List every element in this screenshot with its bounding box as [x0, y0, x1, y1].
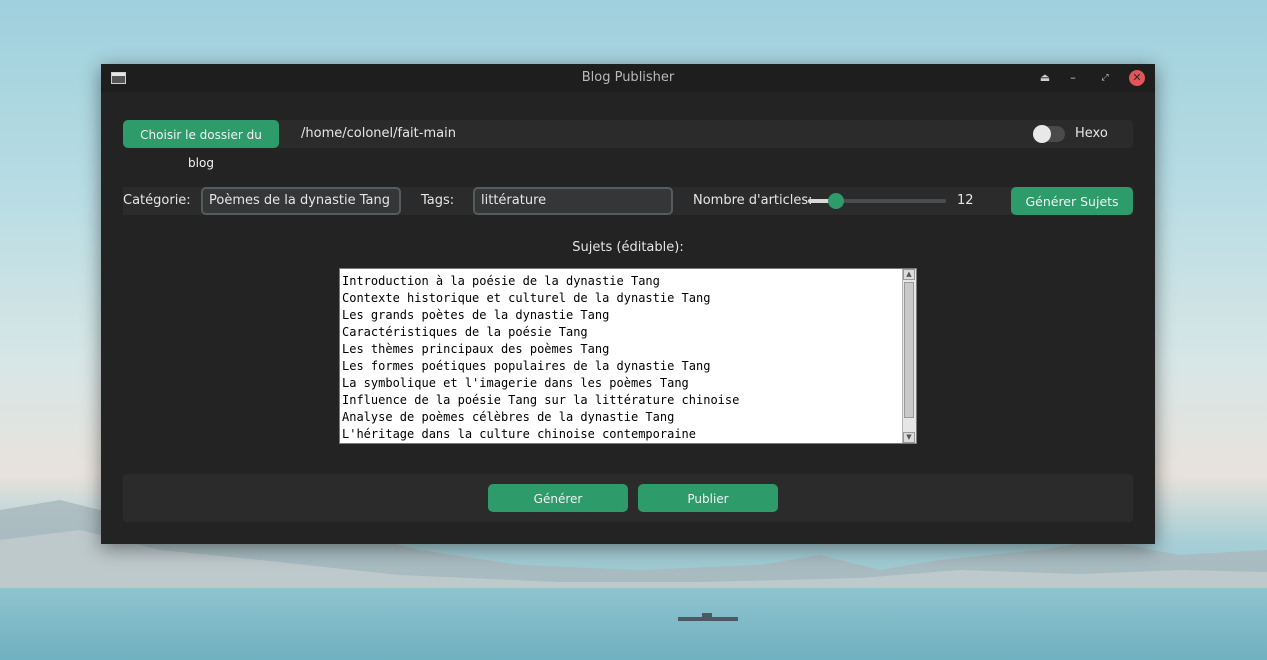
- subject-line: Les thèmes principaux des poèmes Tang: [342, 342, 610, 356]
- category-label: Catégorie:: [123, 193, 191, 208]
- subject-line: Introduction à la poésie de la dynastie …: [342, 274, 660, 288]
- settings-row: Catégorie: Poèmes de la dynastie Tang Ta…: [123, 187, 1133, 215]
- publish-button[interactable]: Publier: [638, 484, 778, 512]
- subjects-scrollbar[interactable]: ▲ ▼: [902, 269, 916, 443]
- tags-label: Tags:: [421, 193, 455, 208]
- article-count-slider[interactable]: [808, 193, 946, 209]
- category-input[interactable]: Poèmes de la dynastie Tang: [201, 187, 401, 215]
- scroll-down-icon[interactable]: ▼: [903, 432, 915, 443]
- title-bar[interactable]: Blog Publisher ⏏ – ⤢ ✕: [101, 64, 1155, 92]
- choose-folder-button[interactable]: Choisir le dossier du blog: [123, 120, 279, 170]
- tags-input[interactable]: littérature: [473, 187, 673, 215]
- subject-line: Caractéristiques de la poésie Tang: [342, 325, 588, 339]
- subject-line: Les grands poètes de la dynastie Tang: [342, 308, 610, 322]
- subjects-lines: Introduction à la poésie de la dynastie …: [342, 273, 900, 443]
- subject-line: Les formes poétiques populaires de la dy…: [342, 359, 711, 373]
- keep-above-icon[interactable]: ⏏: [1037, 70, 1053, 86]
- hexo-toggle-knob: [1033, 125, 1051, 143]
- maximize-icon[interactable]: ⤢: [1097, 70, 1113, 86]
- close-icon[interactable]: ✕: [1129, 70, 1145, 86]
- app-window: Blog Publisher ⏏ – ⤢ ✕ Choisir le dossie…: [101, 64, 1155, 544]
- scroll-thumb[interactable]: [904, 282, 914, 418]
- folder-path: /home/colonel/fait-main: [301, 126, 456, 141]
- scroll-up-icon[interactable]: ▲: [903, 269, 915, 280]
- subject-line: Contexte historique et culturel de la dy…: [342, 291, 711, 305]
- generate-button[interactable]: Générer: [488, 484, 628, 512]
- subject-line: L'héritage dans la culture chinoise cont…: [342, 427, 697, 441]
- slider-handle[interactable]: [827, 193, 844, 209]
- folder-panel: Choisir le dossier du blog /home/colonel…: [123, 120, 1133, 170]
- desktop-sea: [0, 588, 1267, 660]
- subjects-textarea[interactable]: Introduction à la poésie de la dynastie …: [339, 268, 917, 444]
- actions-panel: Générer Publier: [123, 474, 1133, 522]
- hexo-toggle[interactable]: [1033, 125, 1065, 143]
- generate-subjects-button[interactable]: Générer Sujets: [1011, 187, 1133, 215]
- window-title: Blog Publisher: [581, 70, 675, 85]
- article-count-label: Nombre d'articles:: [693, 193, 813, 208]
- subjects-label: Sujets (éditable):: [572, 240, 684, 255]
- subject-line: La symbolique et l'imagerie dans les poè…: [342, 376, 689, 390]
- subject-line: Influence de la poésie Tang sur la litté…: [342, 393, 740, 407]
- boat-image: [678, 613, 738, 621]
- hexo-label: Hexo: [1075, 126, 1108, 141]
- minimize-icon[interactable]: –: [1065, 70, 1081, 86]
- subject-line: Analyse de poèmes célèbres de la dynasti…: [342, 410, 675, 424]
- article-count-value: 12: [957, 193, 974, 208]
